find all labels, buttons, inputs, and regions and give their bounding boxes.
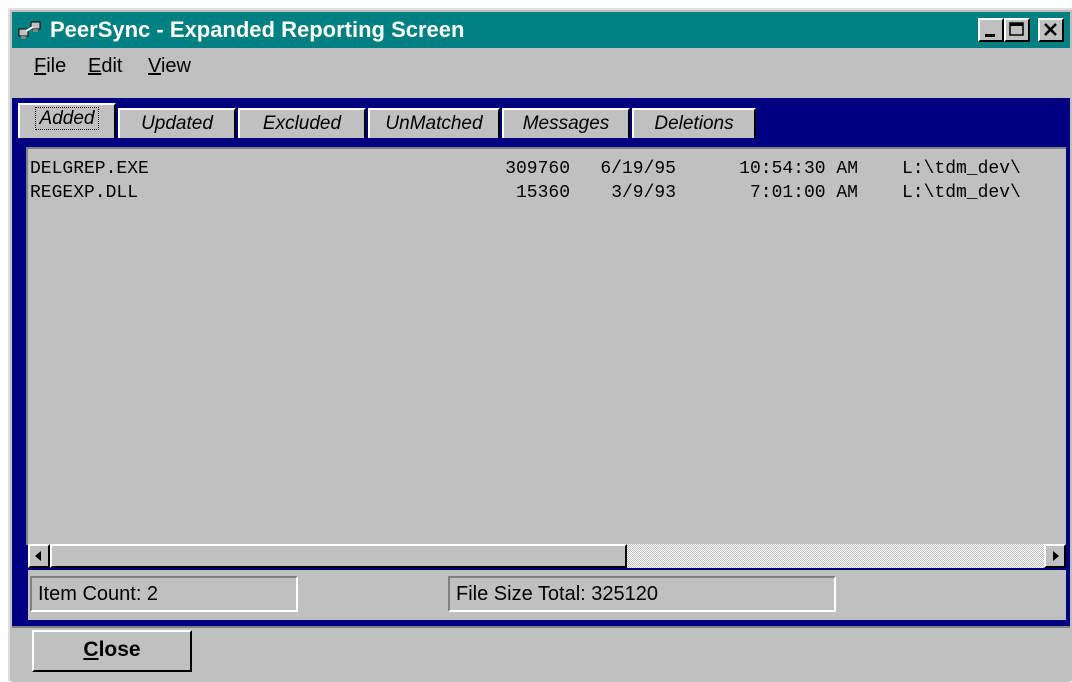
scroll-track[interactable] [50,544,1044,568]
tab-strip: Added Updated Excluded UnMatched Message… [12,98,1070,139]
maximize-icon [1009,22,1024,36]
list-item[interactable]: REGEXP.DLL 15360 3/9/93 7:01:00 AM L:\td… [28,181,1064,205]
tab-added-label: Added [34,107,100,130]
close-button-label: lose [98,638,141,661]
close-window-button[interactable] [1038,18,1064,42]
arrow-right-icon [1053,551,1059,561]
file-name: REGEXP.DLL [30,183,139,203]
close-icon [1044,23,1057,36]
menu-view-accel: V [148,55,161,77]
close-button-accel: C [83,638,99,661]
file-list[interactable]: DELGREP.EXE 309760 6/19/95 10:54:30 AM L… [26,147,1066,545]
tab-updated-label: Updated [141,113,213,134]
horizontal-scrollbar[interactable] [28,544,1066,568]
tab-messages-label: Messages [522,113,610,134]
file-name: DELGREP.EXE [30,159,149,179]
list-item[interactable]: DELGREP.EXE 309760 6/19/95 10:54:30 AM L… [28,157,1064,181]
peersync-app-icon [18,21,41,39]
minimize-button[interactable] [978,18,1004,42]
file-time: 10:54:30 AM [739,159,858,179]
scroll-thumb[interactable] [50,544,627,568]
file-time: 7:01:00 AM [749,183,858,203]
tab-unmatched-label: UnMatched [385,113,483,134]
file-path: L:\tdm_dev\ [902,183,1021,203]
menu-view[interactable]: View [148,54,191,78]
item-count: Item Count: 2 [30,576,298,612]
file-date: 3/9/93 [611,183,676,203]
arrow-left-icon [35,551,41,561]
peersync-window: PeerSync - Expanded Reporting Screen Fil… [8,8,1072,682]
tab-deletions[interactable]: Deletions [632,108,756,138]
menu-edit[interactable]: Edit [88,54,122,78]
menu-view-label: iew [160,55,191,77]
maximize-button[interactable] [1004,18,1030,42]
tab-unmatched[interactable]: UnMatched [368,108,500,138]
menu-file-label: ile [46,55,67,77]
tab-excluded-label: Excluded [262,113,342,134]
tab-messages[interactable]: Messages [502,108,630,138]
file-size: 15360 [515,183,570,203]
tab-excluded[interactable]: Excluded [238,108,366,138]
tab-added[interactable]: Added [18,103,116,139]
file-size: 309760 [505,159,570,179]
scroll-left-button[interactable] [28,544,50,568]
menu-file-accel: F [34,55,47,77]
file-size-total: File Size Total: 325120 [448,576,836,612]
scroll-right-button[interactable] [1044,544,1066,568]
menu-edit-accel: E [88,55,102,77]
close-button[interactable]: Close [32,630,192,672]
file-path: L:\tdm_dev\ [902,159,1021,179]
menu-bar: File Edit View [12,50,1070,80]
tab-updated[interactable]: Updated [118,108,236,138]
tab-deletions-label: Deletions [654,113,734,134]
file-date: 6/19/95 [600,159,676,179]
menu-edit-label: dit [101,55,123,77]
minimize-icon [985,34,995,37]
window-title: PeerSync - Expanded Reporting Screen [50,17,465,42]
title-bar[interactable]: PeerSync - Expanded Reporting Screen [12,12,1070,48]
menu-file[interactable]: File [34,54,66,78]
status-bar: Item Count: 2 File Size Total: 325120 [28,570,1066,620]
